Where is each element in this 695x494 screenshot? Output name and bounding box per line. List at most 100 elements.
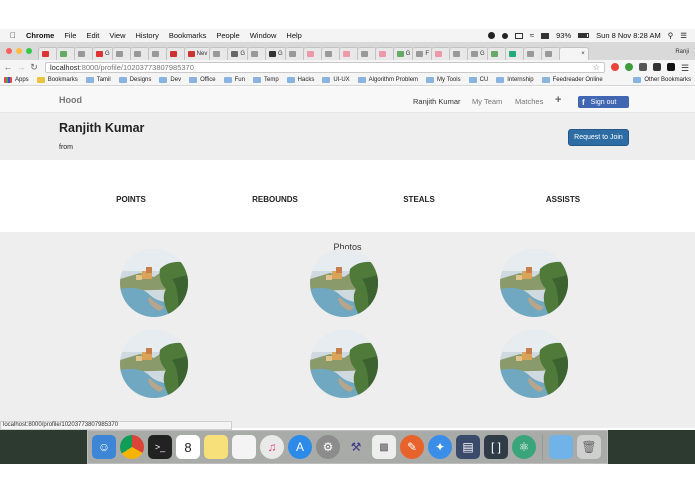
extension-icon[interactable] [611, 63, 619, 71]
folder-icon[interactable] [549, 435, 573, 459]
bookmark-item[interactable]: Fun [223, 76, 245, 83]
pocket-icon[interactable] [639, 63, 647, 71]
apple-menu-icon[interactable]:  [10, 31, 16, 40]
browser-tab[interactable] [356, 47, 377, 60]
back-icon[interactable]: ← [3, 62, 13, 72]
browser-tab[interactable] [431, 47, 452, 60]
profile-photo[interactable] [310, 330, 378, 398]
brackets-icon[interactable]: [ ] [484, 435, 508, 459]
menu-edit[interactable]: Edit [86, 31, 99, 40]
site-brand[interactable]: Hood [59, 95, 82, 105]
browser-tab[interactable] [374, 47, 395, 60]
activity-monitor-icon[interactable]: ▤ [456, 435, 480, 459]
calendar-icon[interactable]: 8 [176, 435, 200, 459]
menu-file[interactable]: File [64, 31, 76, 40]
browser-tab[interactable]: F [412, 47, 434, 60]
postman-icon[interactable]: ✎ [400, 435, 424, 459]
request-to-join-button[interactable]: Request to Join [568, 129, 629, 146]
browser-tab[interactable]: G [265, 47, 287, 60]
terminal-icon[interactable]: >_ [148, 435, 172, 459]
reminders-icon[interactable] [232, 435, 256, 459]
bookmark-item[interactable]: My Tools [426, 76, 461, 83]
extension-icon[interactable] [625, 63, 633, 71]
zoom-window-icon[interactable] [26, 48, 32, 54]
extension-icon[interactable] [653, 63, 661, 71]
close-tab-icon[interactable]: × [581, 51, 585, 57]
active-browser-tab[interactable]: × [558, 47, 589, 60]
address-bar[interactable]: localhost:8000/profile/10203773807985370… [45, 61, 605, 73]
bookmark-item[interactable]: Bookmarks [36, 76, 78, 83]
browser-tab[interactable]: G [467, 47, 489, 60]
atom-icon[interactable]: ⚛ [512, 435, 536, 459]
bookmark-item[interactable]: Office [189, 76, 216, 83]
profile-photo[interactable] [500, 249, 568, 317]
app-store-icon[interactable]: A [288, 435, 312, 459]
status-app-icon[interactable] [487, 32, 495, 39]
bookmark-item[interactable]: Dev [159, 76, 181, 83]
browser-tab[interactable] [56, 47, 76, 60]
profile-photo[interactable] [310, 249, 378, 317]
profile-photo[interactable] [500, 330, 568, 398]
safari-icon[interactable]: ✦ [428, 435, 452, 459]
bookmark-item[interactable]: Algorithm Problem [357, 76, 418, 83]
menu-history[interactable]: History [136, 31, 159, 40]
forward-icon[interactable]: → [16, 62, 26, 72]
profile-button[interactable]: Ranji [675, 49, 689, 55]
bookmark-item[interactable]: Feedreader Online [541, 76, 603, 83]
clock[interactable]: Sun 8 Nov 8:28 AM [596, 31, 661, 40]
battery-icon[interactable] [578, 33, 590, 38]
menu-help[interactable]: Help [286, 31, 301, 40]
launchpad-icon[interactable]: ▩ [372, 435, 396, 459]
menu-chrome[interactable]: Chrome [26, 31, 54, 40]
bookmark-item[interactable]: Internship [496, 76, 534, 83]
browser-tab[interactable] [247, 47, 268, 60]
browser-tab[interactable]: G [92, 47, 114, 60]
browser-tab[interactable] [111, 47, 132, 60]
notification-icon[interactable] [501, 32, 508, 39]
chrome-menu-icon[interactable]: ☰ [681, 63, 689, 73]
browser-tab[interactable] [504, 47, 525, 60]
bookmark-item[interactable]: Tamil [85, 76, 111, 83]
profile-photo[interactable] [120, 330, 188, 398]
browser-tab[interactable] [449, 47, 470, 60]
sign-out-button[interactable]: f Sign out [578, 96, 629, 108]
other-bookmarks[interactable]: Other Bookmarks [633, 76, 691, 83]
browser-tab[interactable] [540, 47, 561, 60]
menu-window[interactable]: Window [250, 31, 277, 40]
bookmark-item[interactable]: UI-UX [322, 76, 350, 83]
bookmark-item[interactable]: CU [468, 76, 488, 83]
browser-tab[interactable] [147, 47, 168, 60]
browser-tab[interactable] [338, 47, 359, 60]
bookmark-item[interactable]: Designs [118, 76, 151, 83]
browser-tab[interactable] [74, 47, 94, 60]
bookmark-item[interactable]: Apps [4, 76, 29, 83]
browser-tab[interactable] [320, 47, 341, 60]
browser-tab[interactable] [486, 47, 507, 60]
nav-my-team-link[interactable]: My Team [472, 97, 502, 106]
notification-center-icon[interactable]: ☰ [680, 31, 687, 40]
browser-tab[interactable] [522, 47, 543, 60]
browser-tab[interactable] [302, 47, 323, 60]
close-window-icon[interactable] [6, 48, 12, 54]
menu-view[interactable]: View [109, 31, 125, 40]
nav-profile-link[interactable]: Ranjith Kumar [413, 97, 461, 106]
menu-people[interactable]: People [216, 31, 239, 40]
finder-icon[interactable]: ☺ [92, 435, 116, 459]
bookmark-star-icon[interactable]: ☆ [593, 63, 600, 72]
bookmark-item[interactable]: Temp [252, 76, 279, 83]
itunes-icon[interactable]: ♫ [260, 435, 284, 459]
browser-tab[interactable]: G [227, 47, 250, 60]
browser-tab[interactable] [165, 47, 186, 60]
spotlight-icon[interactable]: ⚲ [668, 31, 674, 40]
wifi-icon[interactable]: ≈ [530, 31, 534, 40]
browser-tab[interactable] [38, 47, 58, 60]
browser-tab[interactable] [284, 47, 305, 60]
xcode-icon[interactable]: ⚒ [344, 435, 368, 459]
browser-tab[interactable]: Nev [183, 47, 212, 60]
browser-tab[interactable] [129, 47, 150, 60]
add-icon[interactable]: + [555, 94, 561, 106]
browser-tab[interactable] [209, 47, 230, 60]
notes-icon[interactable] [204, 435, 228, 459]
profile-photo[interactable] [120, 249, 188, 317]
menu-bookmarks[interactable]: Bookmarks [169, 31, 207, 40]
